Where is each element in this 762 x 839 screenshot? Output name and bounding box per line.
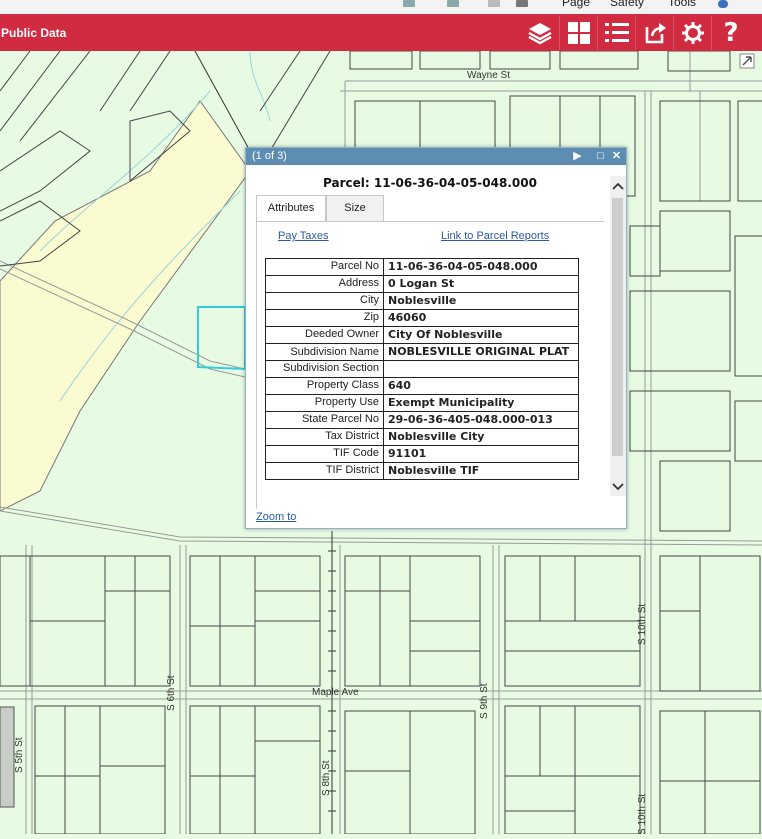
browser-command-bar: Page Safety Tools <box>0 0 762 15</box>
attribute-value: Exempt Municipality <box>383 394 579 412</box>
attribute-value: Noblesville TIF <box>383 462 579 480</box>
street-label-s6th: S 6th St <box>166 675 177 711</box>
table-row: Deeded Owner City Of Noblesville <box>265 326 579 344</box>
attribute-label: Parcel No <box>265 258 384 276</box>
chevron-up-icon[interactable] <box>610 179 626 193</box>
table-row: Subdivision Name NOBLESVILLE ORIGINAL PLA… <box>265 343 579 361</box>
table-row: Tax District Noblesville City <box>265 428 579 446</box>
parcel-popup: (1 of 3) ▶ □ ✕ Parcel: 11-06-36-04-05-04… <box>245 147 627 529</box>
attribute-value: 46060 <box>383 309 579 327</box>
attribute-label: Deeded Owner <box>265 326 384 344</box>
help-button[interactable]: ? <box>711 16 750 50</box>
attribute-label: Zip <box>265 309 384 327</box>
attribute-label: Subdivision Section <box>265 360 384 378</box>
attribute-label: Property Class <box>265 377 384 395</box>
table-row: City Noblesville <box>265 292 579 310</box>
layers-button[interactable] <box>521 16 559 50</box>
popup-feature-count: (1 of 3) <box>252 150 287 162</box>
street-label-wayne: Wayne St <box>467 70 510 81</box>
help-icon: ? <box>723 18 739 48</box>
attribute-label: Property Use <box>265 394 384 412</box>
attribute-value: Noblesville <box>383 292 579 310</box>
attribute-value: 0 Logan St <box>383 275 579 293</box>
settings-gear-icon <box>682 22 704 44</box>
legend-button[interactable] <box>597 16 636 50</box>
maximize-icon[interactable]: □ <box>594 149 607 163</box>
street-label-s5th: S 5th St <box>14 737 25 773</box>
legend-list-icon <box>605 23 629 42</box>
basemap-grid-icon <box>568 22 590 44</box>
help-menu-icon[interactable] <box>718 0 728 8</box>
layers-icon <box>528 23 552 45</box>
attribute-label: Tax District <box>265 428 384 446</box>
attribute-value: 91101 <box>383 445 579 463</box>
app-header: Public Data ? <box>0 14 762 51</box>
street-label-s10th: S 10th St <box>637 604 648 645</box>
table-row: TIF District Noblesville TIF <box>265 462 579 480</box>
tab-size[interactable]: Size <box>326 195 384 221</box>
table-row: Parcel No 11-06-36-04-05-048.000 <box>265 258 579 276</box>
attribute-value: City Of Noblesville <box>383 326 579 344</box>
scroll-thumb[interactable] <box>612 198 623 456</box>
street-label-s10th-lower: S 10th St <box>637 794 648 834</box>
table-row: TIF Code 91101 <box>265 445 579 463</box>
attribute-value <box>383 360 579 378</box>
pay-taxes-link[interactable]: Pay Taxes <box>278 230 329 242</box>
basemap-button[interactable] <box>559 16 598 50</box>
close-icon[interactable]: ✕ <box>610 149 623 163</box>
attribute-value: Noblesville City <box>383 428 579 446</box>
attribute-label: Address <box>265 275 384 293</box>
parcel-reports-link[interactable]: Link to Parcel Reports <box>441 230 549 242</box>
street-label-s8th: S 8th St <box>321 760 332 796</box>
attribute-value: NOBLESVILLE ORIGINAL PLAT <box>383 343 579 361</box>
page-menu[interactable]: Page <box>562 0 590 9</box>
attribute-label: Subdivision Name <box>265 343 384 361</box>
table-row: Zip 46060 <box>265 309 579 327</box>
attribute-label: TIF District <box>265 462 384 480</box>
popup-title: Parcel: 11-06-36-04-05-048.000 <box>323 176 537 190</box>
attribute-value: 29-06-36-405-048.000-013 <box>383 411 579 429</box>
table-row: Property Use Exempt Municipality <box>265 394 579 412</box>
share-icon <box>645 23 666 44</box>
attribute-value: 640 <box>383 377 579 395</box>
zoom-to-link[interactable]: Zoom to <box>256 511 296 523</box>
app-title: Public Data <box>1 26 67 40</box>
attributes-panel: Pay Taxes Link to Parcel Reports Parcel … <box>256 221 604 509</box>
attribute-label: TIF Code <box>265 445 384 463</box>
settings-button[interactable] <box>673 16 712 50</box>
tab-attributes[interactable]: Attributes <box>256 195 326 222</box>
street-label-maple: Maple Ave <box>312 687 359 698</box>
attribute-label: City <box>265 292 384 310</box>
attribute-table: Parcel No 11-06-36-04-05-048.000 Address 0… <box>265 258 579 480</box>
attribute-value: 11-06-36-04-05-048.000 <box>383 258 579 276</box>
table-row: State Parcel No 29-06-36-405-048.000-013 <box>265 411 579 429</box>
home-icon[interactable] <box>403 0 415 7</box>
tools-menu[interactable]: Tools <box>668 0 696 9</box>
chevron-down-icon[interactable] <box>610 480 626 494</box>
safety-menu[interactable]: Safety <box>610 0 644 9</box>
popup-header: (1 of 3) ▶ □ ✕ <box>246 148 626 165</box>
popup-scrollbar[interactable] <box>610 176 626 496</box>
table-row: Address 0 Logan St <box>265 275 579 293</box>
attribute-label: State Parcel No <box>265 411 384 429</box>
mail-icon[interactable] <box>488 0 500 7</box>
print-icon[interactable] <box>516 0 528 7</box>
table-row: Property Class 640 <box>265 377 579 395</box>
share-button[interactable] <box>635 16 674 50</box>
table-row: Subdivision Section <box>265 360 579 378</box>
feeds-icon[interactable] <box>447 0 459 7</box>
street-label-s9th: S 9th St <box>479 683 490 719</box>
next-feature-icon[interactable]: ▶ <box>571 149 584 163</box>
